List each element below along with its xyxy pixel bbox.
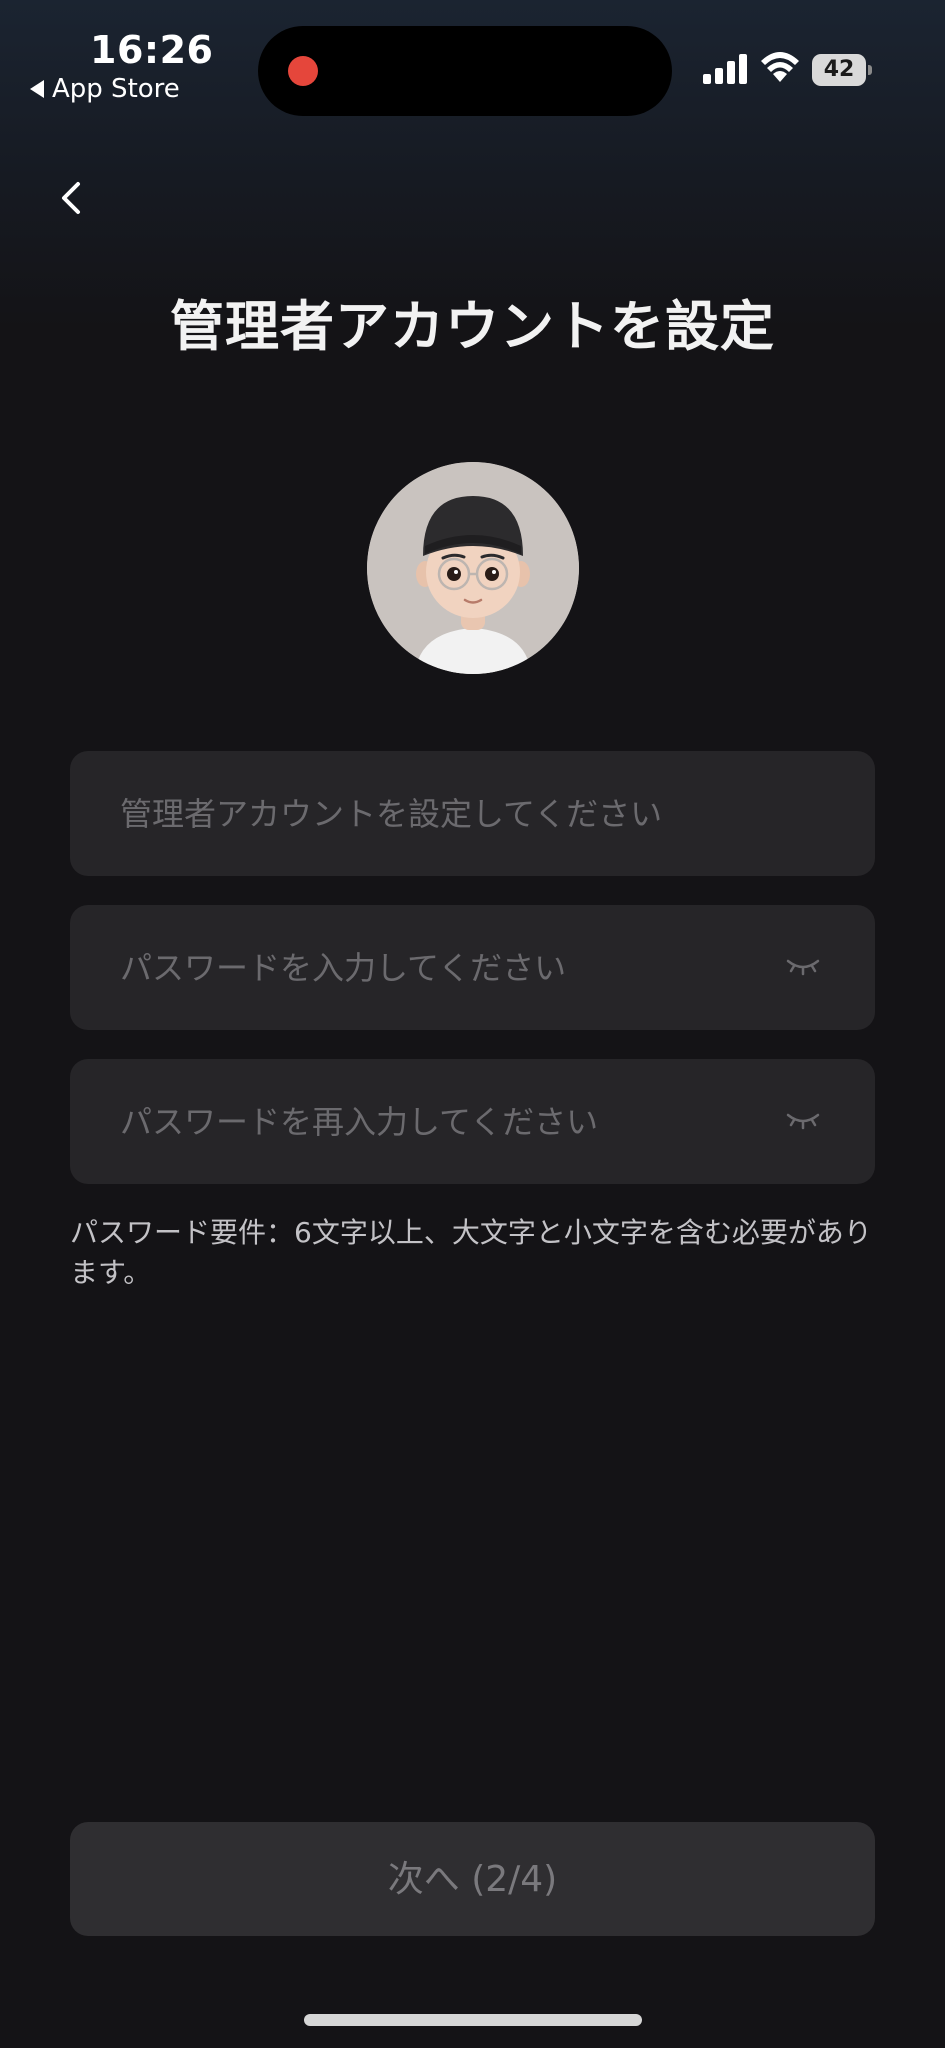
wifi-icon <box>761 52 799 82</box>
cellular-signal-icon <box>703 54 747 84</box>
back-to-app-link[interactable]: App Store <box>30 74 180 104</box>
battery-level: 42 <box>812 54 866 86</box>
password-field[interactable] <box>70 905 875 1030</box>
battery-tip <box>868 65 872 75</box>
avatar-image <box>367 462 579 674</box>
recording-indicator-icon <box>288 56 318 86</box>
account-field[interactable] <box>70 751 875 876</box>
screen: 16:26 App Store 42 管理者アカウントを設定 管理者アカウントを… <box>0 0 945 2048</box>
back-triangle-icon <box>30 80 44 98</box>
password-input[interactable] <box>118 947 762 988</box>
back-to-app-label: App Store <box>52 74 180 104</box>
password-requirement-hint: パスワード要件：6文字以上、大文字と小文字を含む必要があります。 <box>70 1216 872 1289</box>
eye-closed-icon[interactable] <box>785 1107 821 1131</box>
battery-icon: 42 <box>812 54 872 86</box>
page-title: 管理者アカウントを設定 <box>170 295 775 358</box>
status-time: 16:26 <box>90 28 214 72</box>
dynamic-island <box>258 26 672 116</box>
home-indicator <box>304 2014 642 2026</box>
account-input[interactable] <box>118 793 762 834</box>
next-button[interactable]: 次へ (2/4) <box>70 1822 875 1936</box>
confirm-password-input[interactable] <box>118 1101 762 1142</box>
confirm-password-field[interactable] <box>70 1059 875 1184</box>
chevron-left-icon[interactable] <box>50 170 94 226</box>
eye-closed-icon[interactable] <box>785 953 821 977</box>
avatar[interactable] <box>367 462 579 674</box>
